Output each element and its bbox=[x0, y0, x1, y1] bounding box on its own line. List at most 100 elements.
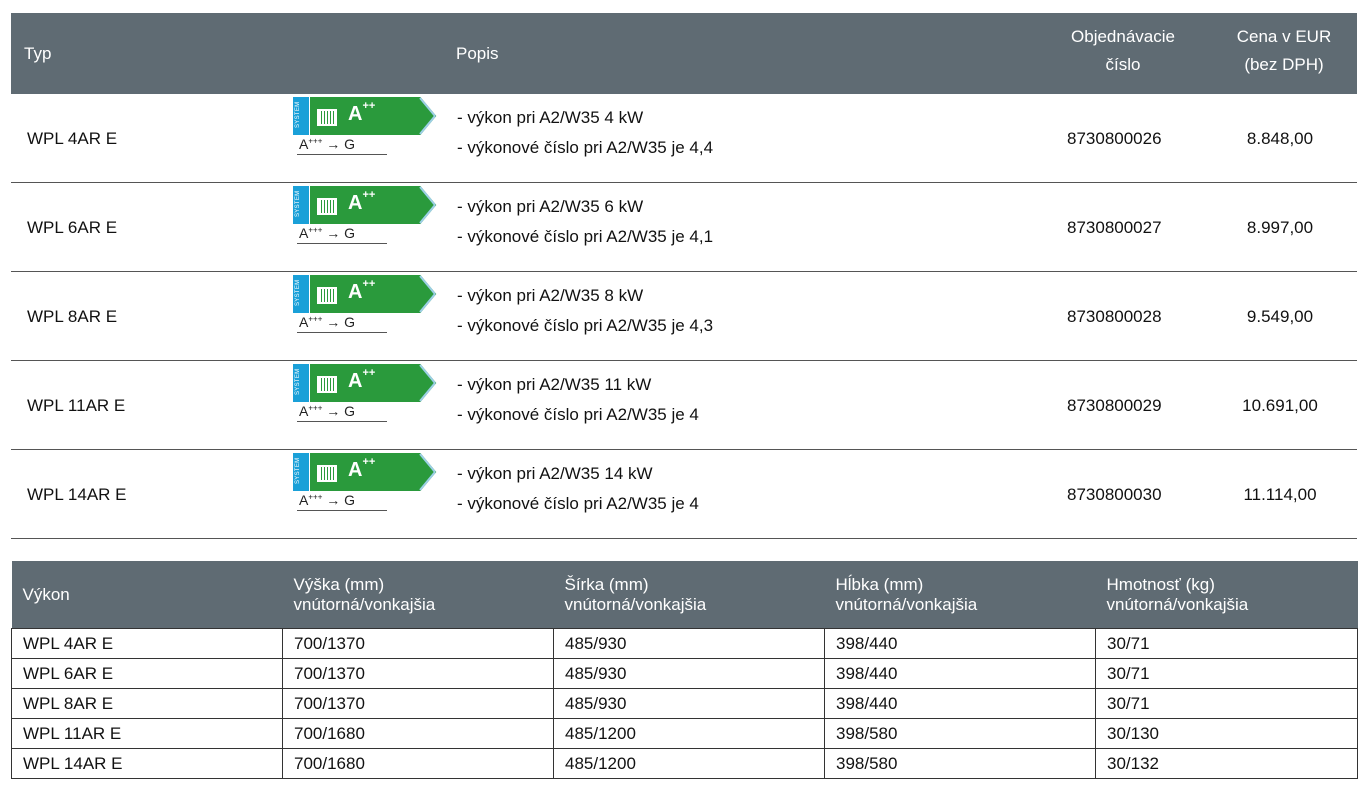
dimensions-row: WPL 6AR E 700/1370 485/930 398/440 30/71 bbox=[11, 658, 1358, 689]
system-text: SYSTEM bbox=[295, 457, 301, 484]
system-badge: SYSTEM bbox=[293, 364, 309, 402]
price: 10.691,00 bbox=[1242, 396, 1318, 415]
order-number: 8730800026 bbox=[1067, 129, 1162, 148]
product-row: WPL 6AR E SYSTEM A++ A+++ → G - výkon pr… bbox=[11, 183, 1357, 272]
dimensions-cell: 485/930 bbox=[553, 658, 825, 689]
product-row: WPL 4AR E SYSTEM A++ A+++ → G - výkon pr… bbox=[11, 94, 1357, 183]
dimensions-cell: WPL 8AR E bbox=[11, 688, 283, 719]
dimensions-cell: WPL 11AR E bbox=[11, 718, 283, 749]
system-badge: SYSTEM bbox=[293, 275, 309, 313]
energy-class-range: A+++ → G bbox=[299, 225, 356, 241]
radiator-icon bbox=[317, 287, 337, 304]
radiator-icon bbox=[317, 198, 337, 215]
system-text: SYSTEM bbox=[295, 279, 301, 306]
dimensions-cell: WPL 6AR E bbox=[11, 658, 283, 689]
dimensions-cell: 398/440 bbox=[824, 688, 1096, 719]
energy-class-range: A+++ → G bbox=[299, 136, 356, 152]
energy-label: SYSTEM A++ A+++ → G bbox=[293, 97, 453, 155]
dimensions-header-row: Výkon Výška (mm) vnútorná/vonkajšia Šírka (… bbox=[11, 561, 1358, 629]
order-number: 8730800028 bbox=[1067, 307, 1162, 326]
product-type: WPL 14AR E bbox=[27, 485, 127, 504]
energy-class: A++ bbox=[348, 189, 376, 214]
system-text: SYSTEM bbox=[295, 101, 301, 128]
energy-label: SYSTEM A++ A+++ → G bbox=[293, 453, 453, 511]
system-text: SYSTEM bbox=[295, 368, 301, 395]
product-type: WPL 8AR E bbox=[27, 307, 118, 326]
dimensions-row: WPL 8AR E 700/1370 485/930 398/440 30/71 bbox=[11, 688, 1358, 719]
dimensions-header-cell: Výška (mm) vnútorná/vonkajšia bbox=[282, 561, 554, 629]
product-description: - výkon pri A2/W35 11 kW - výkonové čísl… bbox=[457, 370, 699, 430]
product-row: WPL 11AR E SYSTEM A++ A+++ → G - výkon p… bbox=[11, 361, 1357, 450]
order-number: 8730800027 bbox=[1067, 218, 1162, 237]
dimensions-cell: WPL 4AR E bbox=[11, 628, 283, 659]
description-power: - výkon pri A2/W35 4 kW bbox=[457, 108, 644, 127]
system-badge: SYSTEM bbox=[293, 97, 309, 135]
system-text: SYSTEM bbox=[295, 190, 301, 217]
description-cop: - výkonové číslo pri A2/W35 je 4,4 bbox=[457, 138, 714, 157]
product-description: - výkon pri A2/W35 14 kW - výkonové čísl… bbox=[457, 459, 699, 519]
dimensions-cell: 30/71 bbox=[1095, 658, 1358, 689]
energy-class-range: A+++ → G bbox=[299, 492, 356, 508]
system-badge: SYSTEM bbox=[293, 453, 309, 491]
energy-class: A++ bbox=[348, 278, 376, 303]
description-cop: - výkonové číslo pri A2/W35 je 4,3 bbox=[457, 316, 714, 335]
radiator-icon bbox=[317, 465, 337, 482]
order-number: 8730800030 bbox=[1067, 485, 1162, 504]
dimensions-header-cell: Hmotnosť (kg) vnútorná/vonkajšia bbox=[1095, 561, 1358, 629]
product-table-body: WPL 4AR E SYSTEM A++ A+++ → G - výkon pr… bbox=[11, 94, 1357, 539]
dimensions-cell: WPL 14AR E bbox=[11, 748, 283, 779]
label-underline bbox=[297, 332, 387, 333]
dimensions-cell: 398/580 bbox=[824, 748, 1096, 779]
product-row: WPL 14AR E SYSTEM A++ A+++ → G - výkon p… bbox=[11, 450, 1357, 539]
dimensions-cell: 485/1200 bbox=[553, 718, 825, 749]
dimensions-cell: 398/580 bbox=[824, 718, 1096, 749]
price: 8.848,00 bbox=[1246, 129, 1314, 148]
dimensions-cell: 485/930 bbox=[553, 628, 825, 659]
system-badge: SYSTEM bbox=[293, 186, 309, 224]
dimensions-cell: 700/1370 bbox=[282, 658, 554, 689]
dimensions-header-cell: Výkon bbox=[11, 561, 283, 629]
dimensions-cell: 700/1370 bbox=[282, 628, 554, 659]
dimensions-cell: 30/71 bbox=[1095, 688, 1358, 719]
dimensions-cell: 700/1370 bbox=[282, 688, 554, 719]
description-power: - výkon pri A2/W35 6 kW bbox=[457, 197, 644, 216]
energy-label: SYSTEM A++ A+++ → G bbox=[293, 364, 453, 422]
product-price-table: Typ Popis Objednávacie číslo Cena v EUR … bbox=[11, 13, 1357, 539]
label-underline bbox=[297, 154, 387, 155]
label-underline bbox=[297, 421, 387, 422]
product-type: WPL 6AR E bbox=[27, 218, 118, 237]
header-popis: Popis bbox=[456, 44, 499, 63]
dimensions-header-cell: Hĺbka (mm) vnútorná/vonkajšia bbox=[824, 561, 1096, 629]
energy-class-range: A+++ → G bbox=[299, 403, 356, 419]
dimensions-header-cell: Šírka (mm) vnútorná/vonkajšia bbox=[553, 561, 825, 629]
energy-class-range: A+++ → G bbox=[299, 314, 356, 330]
dimensions-cell: 700/1680 bbox=[282, 748, 554, 779]
price: 8.997,00 bbox=[1246, 218, 1314, 237]
description-cop: - výkonové číslo pri A2/W35 je 4 bbox=[457, 494, 699, 513]
product-type: WPL 4AR E bbox=[27, 129, 118, 148]
dimensions-table-body: WPL 4AR E 700/1370 485/930 398/440 30/71 WPL … bbox=[11, 628, 1358, 779]
order-number: 8730800029 bbox=[1067, 396, 1162, 415]
dimensions-row: WPL 14AR E 700/1680 485/1200 398/580 30/132 bbox=[11, 748, 1358, 779]
dimensions-cell: 485/1200 bbox=[553, 748, 825, 779]
label-underline bbox=[297, 243, 387, 244]
product-description: - výkon pri A2/W35 4 kW - výkonové číslo… bbox=[457, 103, 713, 163]
energy-class: A++ bbox=[348, 456, 376, 481]
radiator-icon bbox=[317, 109, 337, 126]
dimensions-table: Výkon Výška (mm) vnútorná/vonkajšia Šírka (… bbox=[11, 561, 1358, 779]
price: 11.114,00 bbox=[1243, 485, 1317, 504]
product-description: - výkon pri A2/W35 8 kW - výkonové číslo… bbox=[457, 281, 713, 341]
dimensions-cell: 398/440 bbox=[824, 658, 1096, 689]
energy-class: A++ bbox=[348, 367, 376, 392]
product-row: WPL 8AR E SYSTEM A++ A+++ → G - výkon pr… bbox=[11, 272, 1357, 361]
header-price: Cena v EUR (bez DPH) bbox=[1236, 27, 1332, 74]
description-power: - výkon pri A2/W35 8 kW bbox=[457, 286, 644, 305]
dimensions-cell: 700/1680 bbox=[282, 718, 554, 749]
energy-label: SYSTEM A++ A+++ → G bbox=[293, 275, 453, 333]
dimensions-cell: 30/132 bbox=[1095, 748, 1358, 779]
product-table-header: Typ Popis Objednávacie číslo Cena v EUR … bbox=[11, 13, 1357, 94]
radiator-icon bbox=[317, 376, 337, 393]
header-order-number: Objednávacie číslo bbox=[1071, 27, 1175, 74]
header-typ: Typ bbox=[24, 44, 52, 63]
dimensions-row: WPL 11AR E 700/1680 485/1200 398/580 30/130 bbox=[11, 718, 1358, 749]
